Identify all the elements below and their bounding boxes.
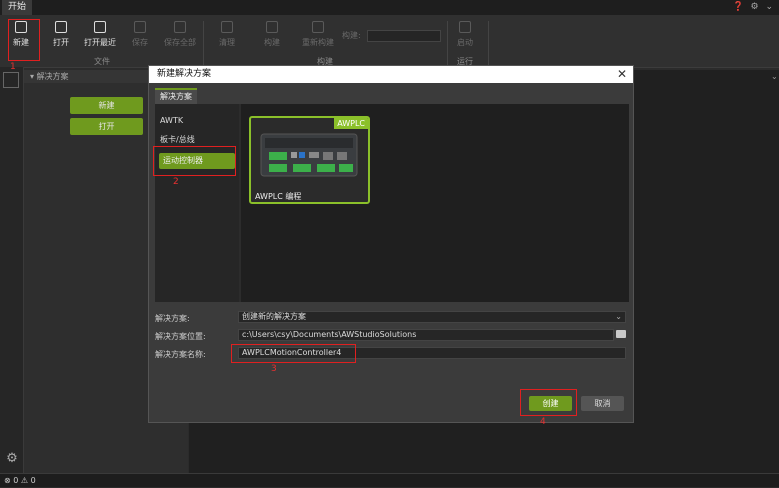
dialog-body: AWTK 板卡/总线 运动控制器 AWPLC AWPLC 编程 [155, 104, 629, 302]
ribbon-separator [488, 21, 489, 65]
save-button[interactable]: 保存 [120, 21, 160, 48]
save-all-label: 保存全部 [164, 38, 196, 47]
top-tab-bar [0, 0, 779, 16]
new-solution-dialog: 新建解决方案 ✕ 解决方案 AWTK 板卡/总线 运动控制器 AWPLC AWP… [148, 65, 634, 423]
warning-count: 0 [30, 476, 36, 485]
clean-icon [221, 21, 233, 33]
location-input[interactable]: c:\Users\csy\Documents\AWStudioSolutions [238, 329, 614, 341]
template-area: AWPLC AWPLC 编程 [241, 104, 629, 302]
rebuild-button[interactable]: 重新构建 [298, 21, 338, 48]
open-button-label: 打开 [53, 38, 69, 47]
tab-start[interactable]: 开始 [2, 0, 33, 15]
save-all-icon [174, 21, 186, 33]
rebuild-icon [312, 21, 324, 33]
template-label: AWPLC 编程 [255, 192, 302, 201]
sidebar-new-button[interactable]: 新建 [70, 97, 143, 114]
annotation-number-2: 2 [173, 177, 179, 187]
build-config-select[interactable] [367, 30, 441, 42]
cancel-button[interactable]: 取消 [581, 396, 624, 411]
open-folder-icon [55, 21, 67, 33]
recent-icon [94, 21, 106, 33]
name-label: 解决方案名称: [155, 350, 206, 359]
run-button[interactable]: 启动 [445, 21, 485, 48]
run-button-label: 启动 [457, 38, 473, 47]
annotation-number-1: 1 [10, 62, 16, 72]
controller-device-image [260, 133, 358, 177]
error-icon: ⊗ [4, 476, 11, 485]
build-button-label: 构建 [264, 38, 280, 47]
solution-label: 解决方案: [155, 314, 190, 323]
error-count: 0 [13, 476, 19, 485]
clean-button[interactable]: 清理 [207, 21, 247, 48]
annotation-box-3 [231, 344, 356, 363]
annotation-box-4 [520, 389, 577, 416]
build-button[interactable]: 构建 [252, 21, 292, 48]
chevron-down-icon[interactable]: ⌄ [771, 72, 778, 81]
annotation-number-3: 3 [271, 364, 277, 374]
save-all-button[interactable]: 保存全部 [160, 21, 200, 48]
solution-explorer-icon[interactable] [3, 72, 19, 88]
status-bar: ⊗ 0 ⚠ 0 [0, 473, 779, 487]
annotation-box-2 [153, 146, 236, 176]
solution-select[interactable]: 创建新的解决方案 ⌄ [238, 311, 626, 323]
chevron-down-icon: ⌄ [615, 312, 622, 321]
ribbon-separator [203, 21, 204, 65]
annotation-box-1 [8, 19, 40, 61]
window-controls[interactable]: ❓ ⚙ ⌄ [732, 2, 775, 12]
solution-select-value: 创建新的解决方案 [242, 312, 306, 321]
location-label: 解决方案位置: [155, 332, 206, 341]
folder-icon[interactable] [616, 330, 626, 338]
category-list: AWTK 板卡/总线 运动控制器 [155, 104, 239, 302]
group-file-label: 文件 [94, 57, 110, 66]
run-icon [459, 21, 471, 33]
tab-solution[interactable]: 解决方案 [155, 88, 197, 104]
save-icon [134, 21, 146, 33]
rebuild-button-label: 重新构建 [302, 38, 334, 47]
gear-icon[interactable]: ⚙ [5, 452, 19, 466]
close-icon[interactable]: ✕ [617, 67, 627, 82]
open-button[interactable]: 打开 [41, 21, 81, 48]
solution-panel-title: 解决方案 [36, 72, 69, 81]
clean-button-label: 清理 [219, 38, 235, 47]
open-recent-button[interactable]: 打开最近 [80, 21, 120, 48]
category-board-bus[interactable]: 板卡/总线 [160, 134, 195, 145]
sidebar-open-button[interactable]: 打开 [70, 118, 143, 135]
template-badge: AWPLC [334, 118, 368, 129]
open-recent-label: 打开最近 [84, 38, 116, 47]
build-config-label: 构建: [342, 31, 361, 40]
template-card-awplc[interactable]: AWPLC AWPLC 编程 [249, 116, 370, 204]
save-button-label: 保存 [132, 38, 148, 47]
annotation-number-4: 4 [540, 417, 546, 427]
category-awtk[interactable]: AWTK [160, 116, 183, 125]
build-icon [266, 21, 278, 33]
warning-icon: ⚠ [20, 476, 29, 485]
dialog-title: 新建解决方案 [149, 66, 633, 83]
left-activity-bar [0, 67, 24, 473]
